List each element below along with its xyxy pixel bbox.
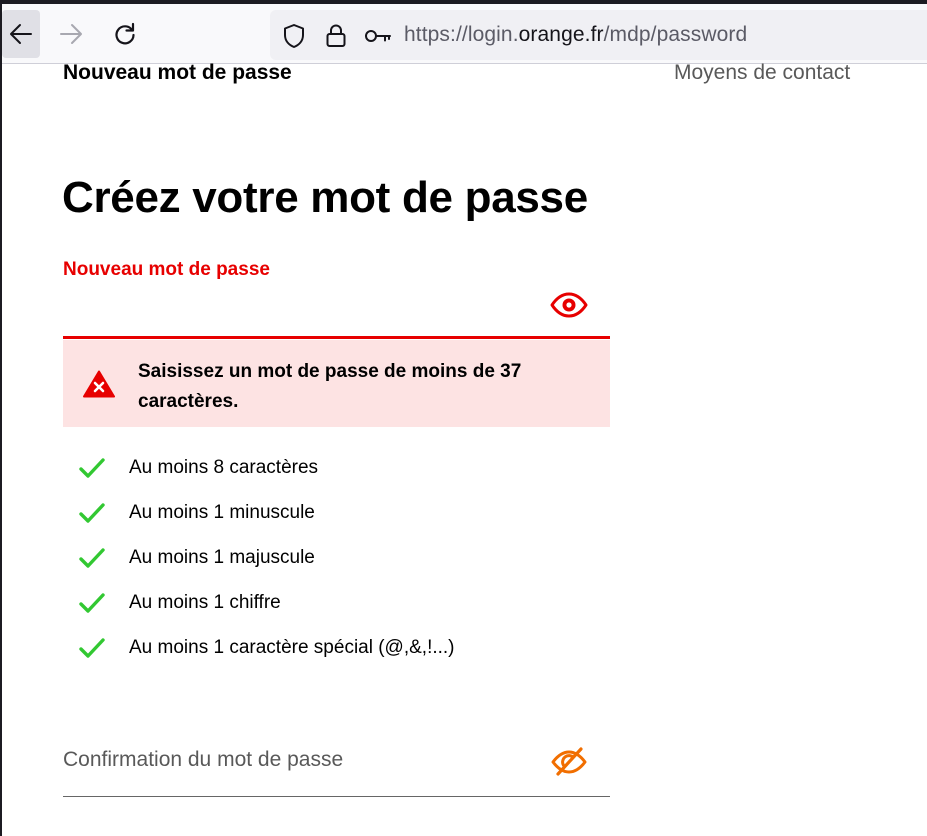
password-rule-label: Au moins 1 chiffre (129, 592, 281, 613)
arrow-right-icon (60, 24, 82, 44)
check-icon (79, 503, 105, 523)
error-message-text: Saisissez un mot de passe de moins de 37… (138, 361, 522, 412)
url-text[interactable]: https://login.orange.fr/mdp/password (404, 23, 747, 47)
page-content: Nouveau mot de passe Moyens de contact C… (2, 61, 927, 836)
arrow-left-icon (10, 24, 32, 44)
shield-icon[interactable] (282, 23, 306, 49)
password-rule-label: Au moins 8 caractères (129, 457, 319, 478)
header-title: Nouveau mot de passe (63, 61, 292, 84)
key-icon[interactable] (364, 25, 392, 47)
check-icon (79, 638, 105, 658)
password-rule-label: Au moins 1 caractère spécial (@,&,!...) (129, 637, 455, 658)
eye-icon (550, 292, 588, 318)
new-password-label: Nouveau mot de passe (63, 259, 270, 280)
show-password-button[interactable] (548, 288, 590, 322)
url-domain: orange.fr (518, 23, 604, 46)
eye-slash-icon (551, 747, 587, 776)
new-password-input[interactable] (63, 287, 610, 339)
contact-link[interactable]: Moyens de contact (674, 61, 850, 85)
page-title: Créez votre mot de passe (62, 173, 588, 222)
show-confirm-password-button[interactable] (547, 742, 591, 782)
password-rule-label: Au moins 1 minuscule (129, 502, 315, 523)
reload-icon (115, 22, 135, 45)
address-bar[interactable]: https://login.orange.fr/mdp/password (270, 10, 927, 60)
confirm-password-label: Confirmation du mot de passe (63, 748, 344, 771)
error-message-box: Saisissez un mot de passe de moins de 37… (63, 340, 610, 427)
lock-icon[interactable] (325, 23, 347, 49)
forward-button[interactable] (52, 10, 90, 58)
reload-button[interactable] (106, 10, 144, 58)
url-prefix: https://login. (404, 23, 519, 46)
check-icon (79, 593, 105, 613)
back-button[interactable] (2, 10, 40, 58)
check-icon (79, 458, 105, 478)
confirm-password-field[interactable]: Confirmation du mot de passe (63, 732, 610, 797)
url-path: /mdp/password (603, 23, 748, 46)
password-rule-label: Au moins 1 majuscule (129, 547, 315, 568)
warning-triangle-icon (83, 370, 115, 398)
check-icon (79, 548, 105, 568)
browser-toolbar: https://login.orange.fr/mdp/password (2, 4, 927, 64)
